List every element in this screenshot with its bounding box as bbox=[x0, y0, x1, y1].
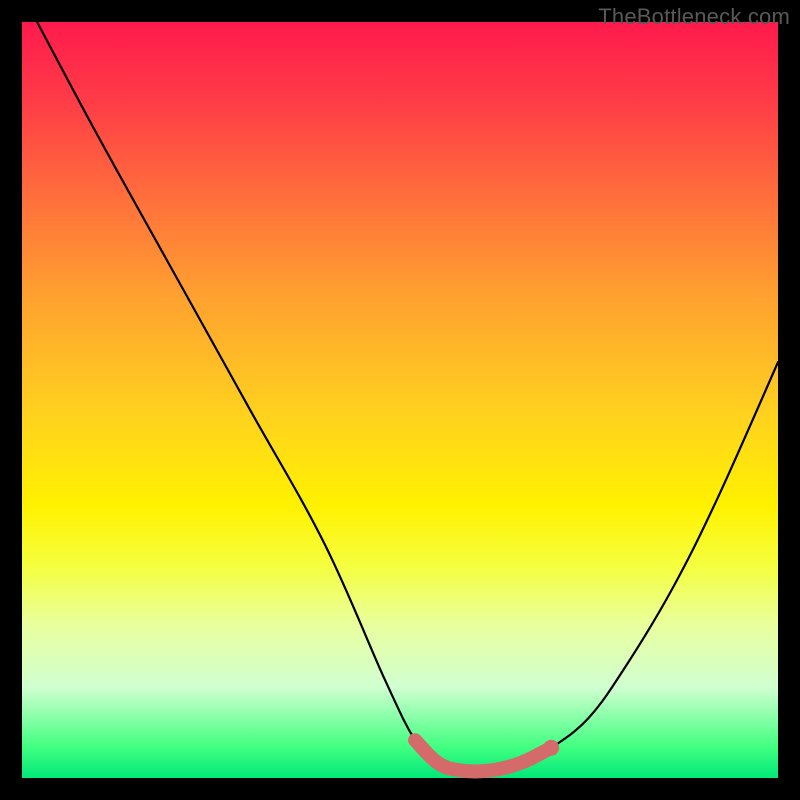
chart-plot-area bbox=[22, 22, 778, 778]
chart-svg bbox=[22, 22, 778, 778]
bottleneck-curve bbox=[37, 22, 778, 771]
watermark-text: TheBottleneck.com bbox=[598, 4, 790, 30]
highlight-marker bbox=[543, 740, 559, 756]
highlight-range-curve bbox=[415, 740, 551, 771]
